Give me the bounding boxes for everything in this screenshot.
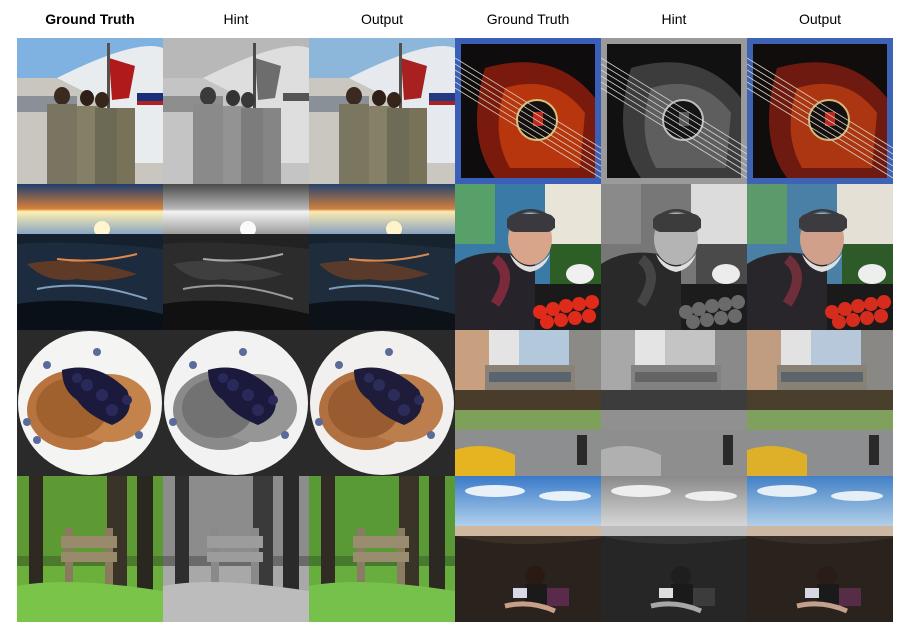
pancakes-output-image: [309, 330, 455, 476]
soldiers-ground-truth-image: [17, 38, 163, 184]
header-output-left: Output: [360, 11, 404, 27]
soldiers-hint-image: [163, 38, 309, 184]
old-man-hint-image: [601, 184, 747, 330]
header-output-right: Output: [798, 11, 842, 27]
guitar-ground-truth-image: [455, 38, 601, 184]
header-ground-truth-right: Ground Truth: [486, 11, 570, 27]
soldiers-output-image: [309, 38, 455, 184]
column-headers: Ground Truth Hint Output Ground Truth Hi…: [17, 0, 893, 38]
pancakes-hint-image: [163, 330, 309, 476]
header-hint-right: Hint: [661, 11, 687, 27]
forest-hint-image: [163, 476, 309, 622]
sunset-hint-image: [163, 184, 309, 330]
guitar-output-image: [747, 38, 893, 184]
old-man-ground-truth-image: [455, 184, 601, 330]
guitar-hint-image: [601, 38, 747, 184]
image-grid: [17, 38, 893, 622]
train-output-image: [747, 330, 893, 476]
train-ground-truth-image: [455, 330, 601, 476]
forest-output-image: [309, 476, 455, 622]
sunset-ground-truth-image: [17, 184, 163, 330]
train-hint-image: [601, 330, 747, 476]
reading-hint-image: [601, 476, 747, 622]
header-ground-truth-left: Ground Truth: [45, 11, 135, 27]
forest-ground-truth-image: [17, 476, 163, 622]
sunset-output-image: [309, 184, 455, 330]
reading-ground-truth-image: [455, 476, 601, 622]
header-hint-left: Hint: [223, 11, 249, 27]
pancakes-ground-truth-image: [17, 330, 163, 476]
reading-output-image: [747, 476, 893, 622]
old-man-output-image: [747, 184, 893, 330]
